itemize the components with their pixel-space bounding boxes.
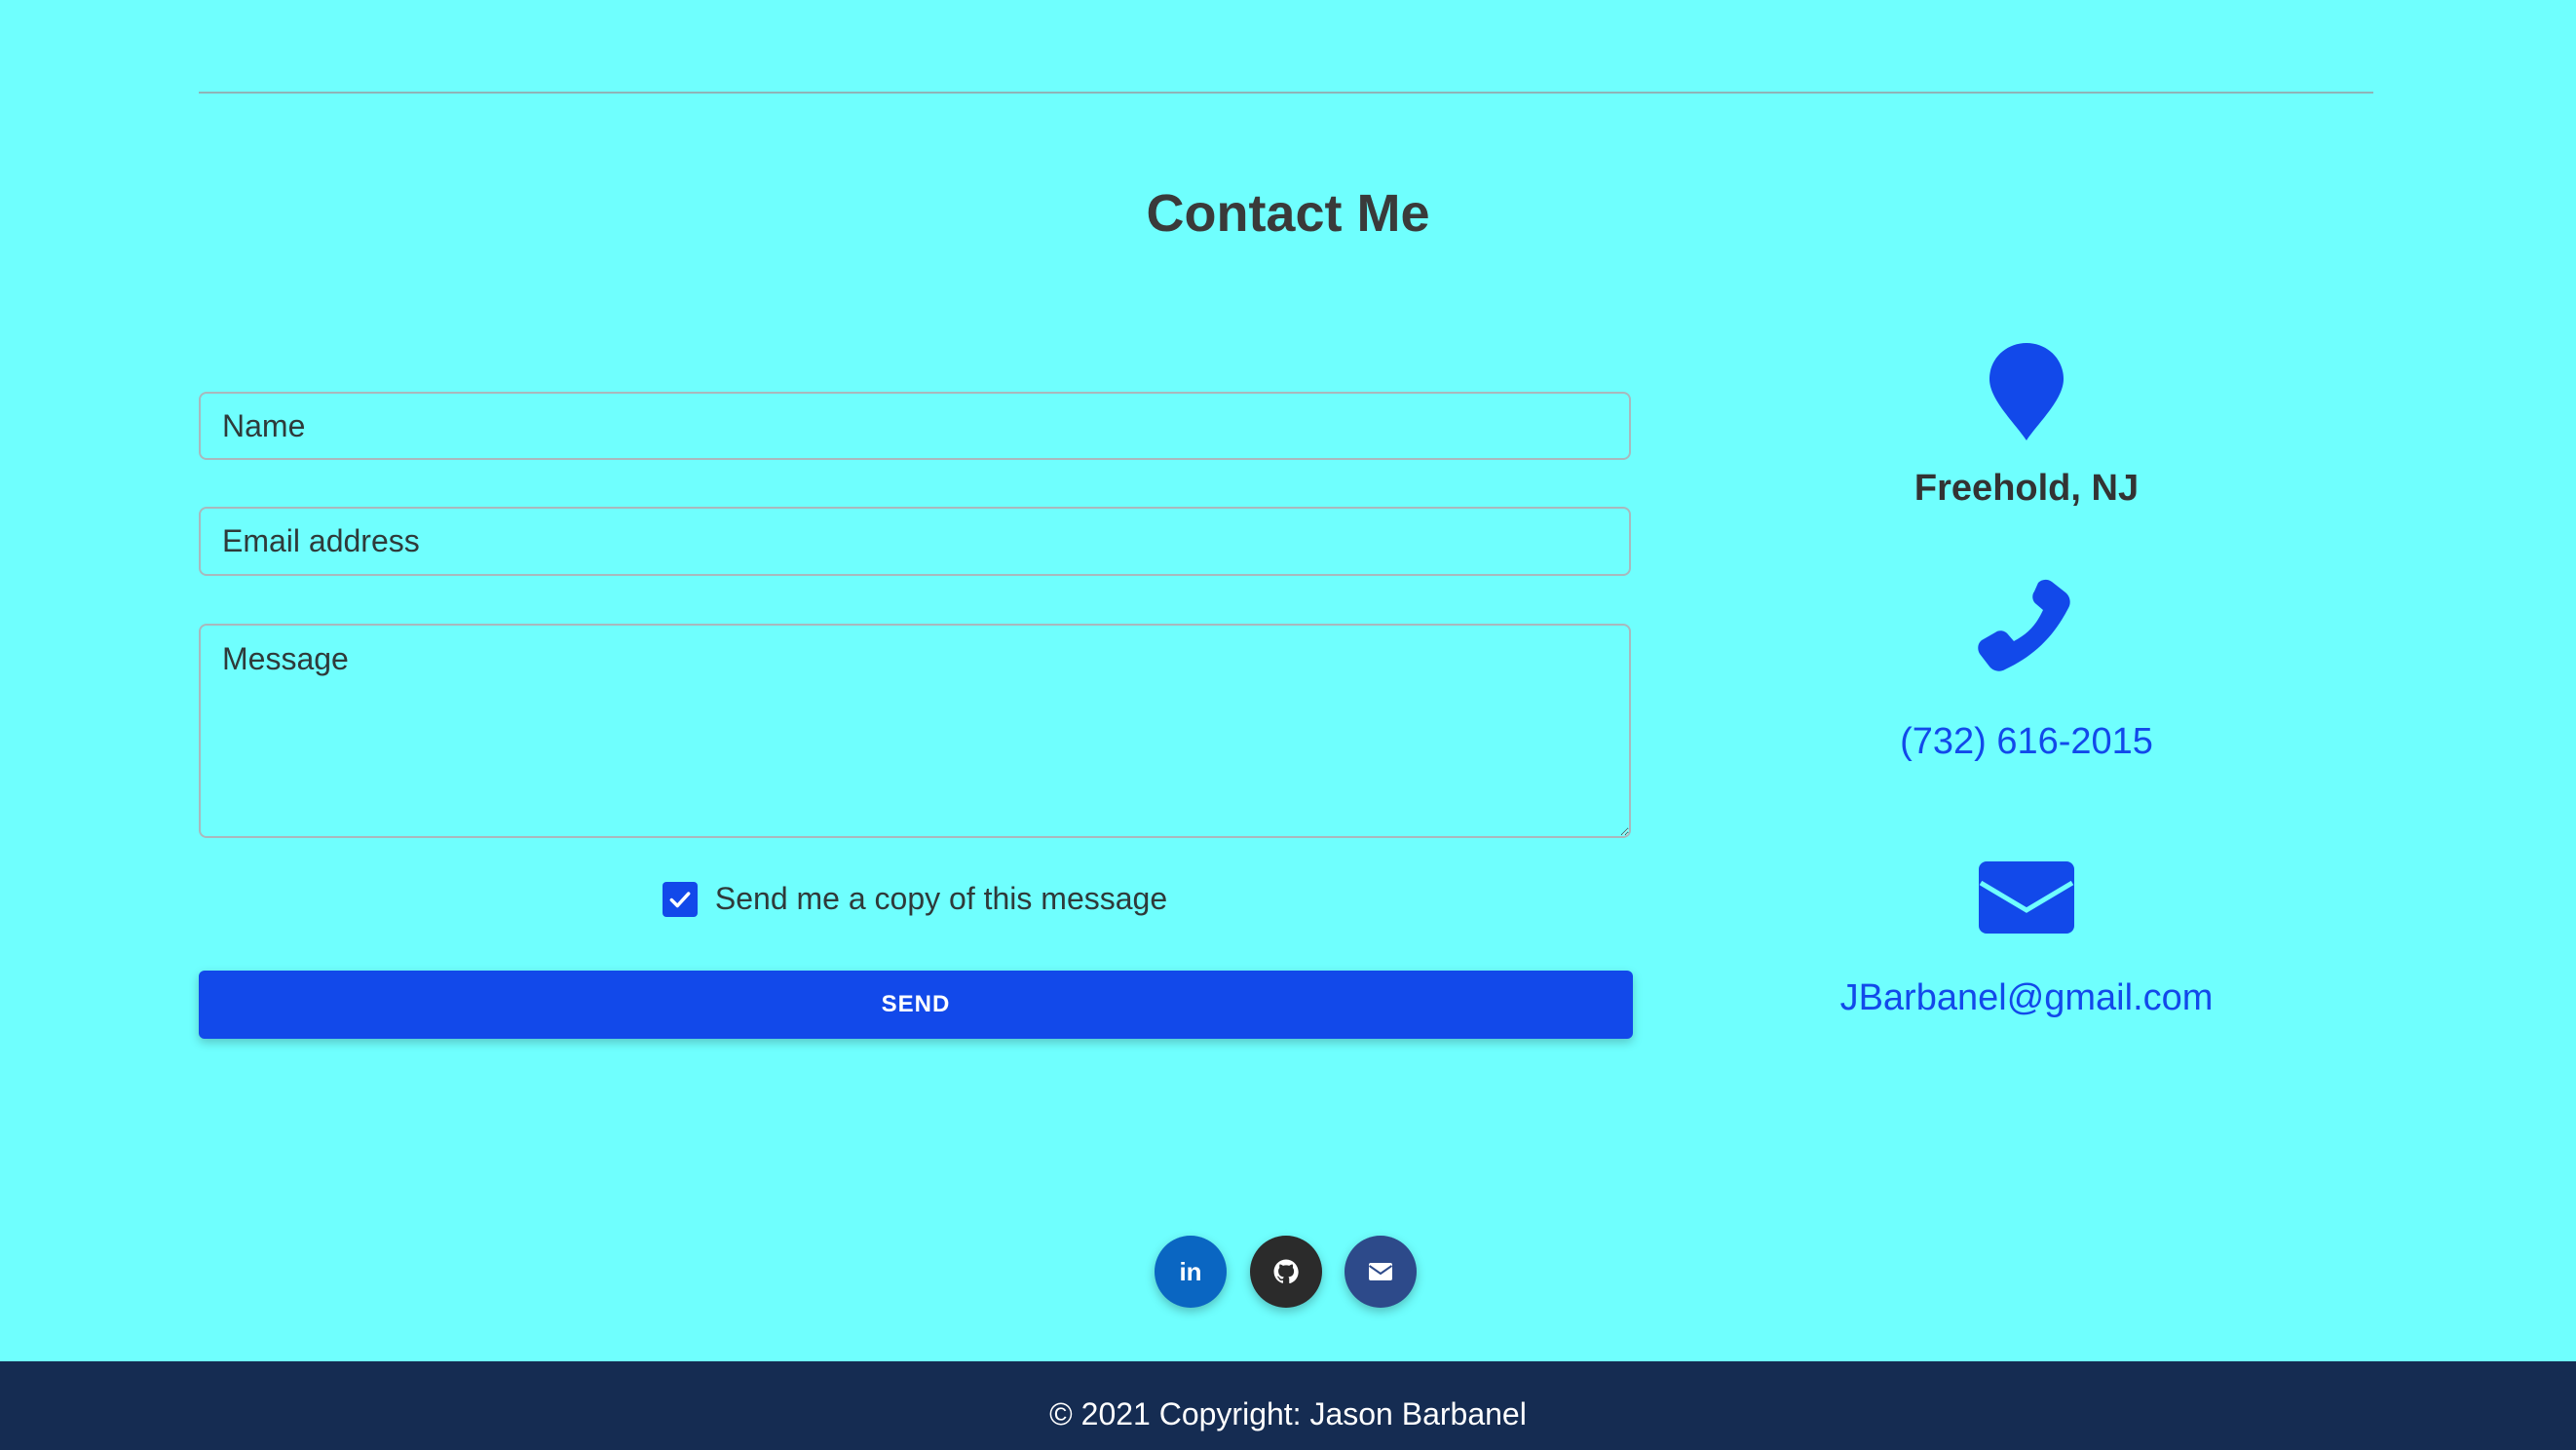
email-link[interactable]: JBarbanel@gmail.com	[1734, 977, 2319, 1019]
send-button[interactable]: SEND	[199, 971, 1633, 1039]
copy-option: Send me a copy of this message	[0, 881, 1830, 917]
contact-info: Freehold, NJ (732) 616-2015 JBarbanel@gm…	[1734, 0, 2319, 1072]
linkedin-icon: in	[1179, 1256, 1202, 1286]
phone-icon	[1978, 577, 2075, 679]
github-icon	[1273, 1259, 1299, 1284]
location-text: Freehold, NJ	[1913, 468, 2140, 509]
envelope-icon	[1369, 1263, 1392, 1280]
checkmark-icon	[669, 891, 691, 907]
footer: © 2021 Copyright: Jason Barbanel	[0, 1361, 2576, 1450]
email-field[interactable]	[199, 507, 1631, 576]
copy-checkbox-label[interactable]: Send me a copy of this message	[715, 881, 1167, 917]
message-field[interactable]	[199, 624, 1631, 838]
phone-link[interactable]: (732) 616-2015	[1734, 721, 2319, 763]
copyright-text: © 2021 Copyright: Jason Barbanel	[1049, 1396, 1527, 1431]
map-marker-icon	[1989, 343, 2064, 445]
envelope-icon	[1979, 861, 2074, 938]
copy-checkbox[interactable]	[662, 881, 698, 917]
mail-button[interactable]	[1345, 1236, 1417, 1308]
github-button[interactable]	[1250, 1236, 1322, 1308]
linkedin-button[interactable]: in	[1155, 1236, 1227, 1308]
name-field[interactable]	[199, 392, 1631, 460]
